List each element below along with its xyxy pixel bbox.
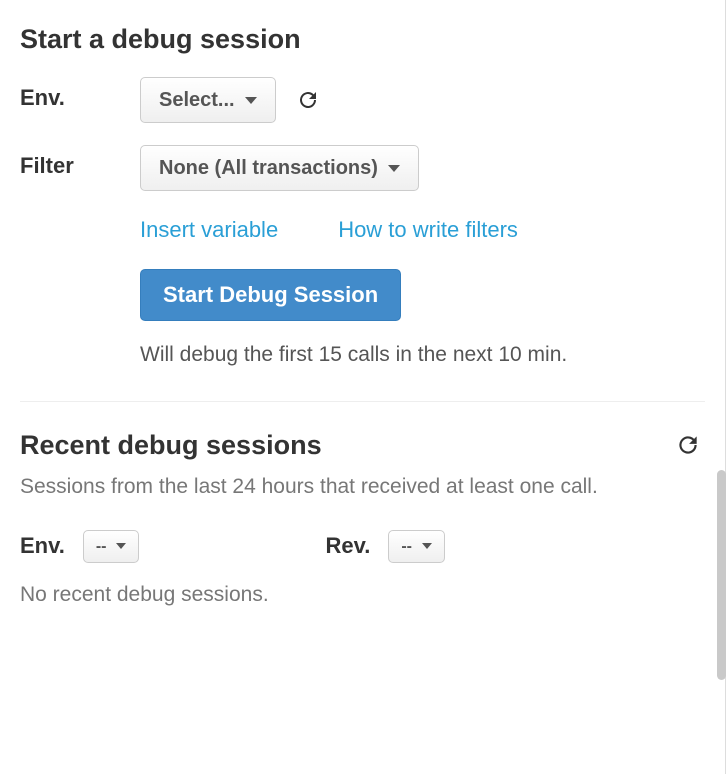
- insert-variable-link[interactable]: Insert variable: [140, 217, 278, 243]
- recent-env-value: --: [96, 537, 107, 556]
- recent-env-dropdown[interactable]: --: [83, 530, 140, 563]
- recent-env-label: Env.: [20, 533, 65, 559]
- env-label: Env.: [20, 77, 140, 111]
- scrollbar-thumb[interactable]: [717, 470, 726, 680]
- debug-panel: Start a debug session Env. Select... Fil…: [0, 0, 726, 774]
- refresh-icon: [675, 432, 701, 458]
- recent-sessions-description: Sessions from the last 24 hours that rec…: [20, 470, 705, 504]
- recent-rev-label: Rev.: [325, 533, 370, 559]
- start-debug-session-button[interactable]: Start Debug Session: [140, 269, 401, 321]
- recent-rev-value: --: [401, 537, 412, 556]
- recent-header: Recent debug sessions: [20, 428, 705, 462]
- start-session-title: Start a debug session: [20, 24, 705, 55]
- recent-sessions-title: Recent debug sessions: [20, 430, 322, 461]
- env-select-dropdown[interactable]: Select...: [140, 77, 276, 123]
- filter-links: Insert variable How to write filters: [140, 217, 705, 243]
- recent-filters: Env. -- Rev. --: [20, 530, 705, 563]
- caret-down-icon: [422, 543, 432, 549]
- how-to-filters-link[interactable]: How to write filters: [338, 217, 518, 243]
- filter-label: Filter: [20, 145, 140, 179]
- filter-row: Filter None (All transactions) Insert va…: [20, 145, 705, 367]
- recent-rev-dropdown[interactable]: --: [388, 530, 445, 563]
- section-divider: [20, 401, 705, 402]
- env-row: Env. Select...: [20, 77, 705, 123]
- caret-down-icon: [388, 165, 400, 172]
- env-select-label: Select...: [159, 88, 235, 112]
- refresh-recent-button[interactable]: [671, 428, 705, 462]
- refresh-icon: [296, 88, 320, 112]
- caret-down-icon: [245, 97, 257, 104]
- filter-select-dropdown[interactable]: None (All transactions): [140, 145, 419, 191]
- filter-select-label: None (All transactions): [159, 156, 378, 180]
- debug-help-text: Will debug the first 15 calls in the nex…: [140, 343, 705, 367]
- refresh-env-button[interactable]: [290, 82, 326, 118]
- caret-down-icon: [116, 543, 126, 549]
- no-sessions-text: No recent debug sessions.: [20, 583, 705, 607]
